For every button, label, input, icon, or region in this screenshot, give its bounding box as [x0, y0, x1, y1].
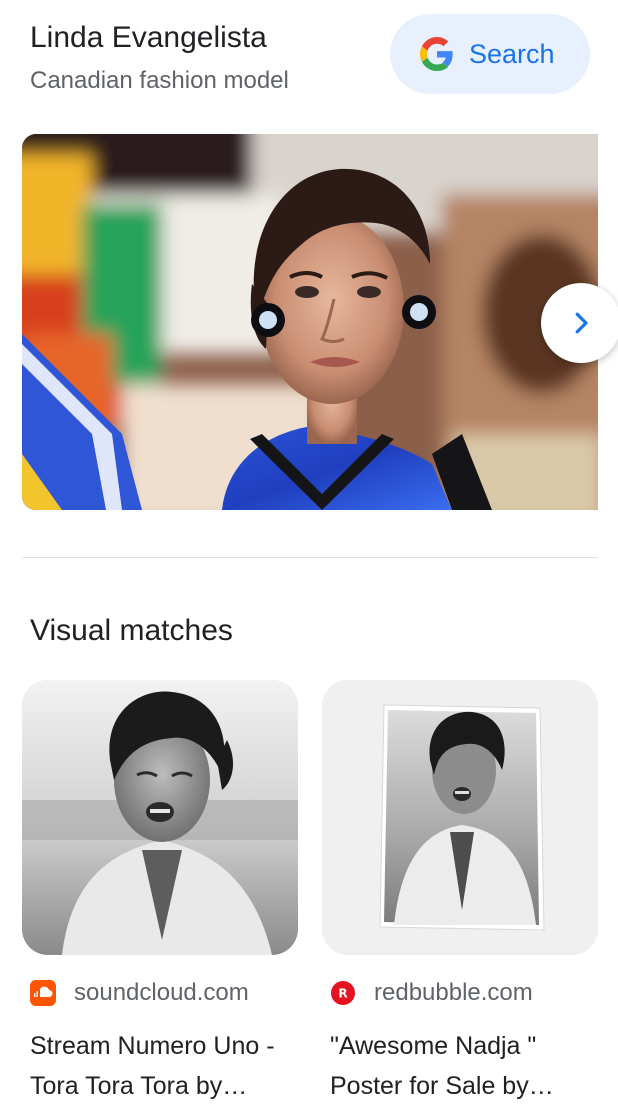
- entity-subtitle: Canadian fashion model: [30, 67, 289, 94]
- hero-photo-illustration: [22, 134, 598, 510]
- redbubble-favicon: R: [331, 981, 355, 1005]
- google-g-icon: [420, 37, 453, 71]
- match-title[interactable]: Stream Numero Uno - Tora Tora Tora by…: [30, 1026, 298, 1106]
- match-thumbnail[interactable]: [322, 680, 598, 955]
- carousel-next-button[interactable]: [541, 283, 618, 363]
- visual-match-card[interactable]: R redbubble.com "Awesome Nadja " Poster …: [322, 680, 598, 1106]
- match-thumbnail[interactable]: [22, 680, 298, 955]
- chevron-right-icon: [575, 312, 588, 334]
- match-photo-illustration: [322, 680, 598, 955]
- match-source[interactable]: R redbubble.com: [322, 978, 598, 1008]
- entity-title: Linda Evangelista: [30, 21, 267, 54]
- section-title: Visual matches: [30, 614, 233, 647]
- match-photo-illustration: [22, 680, 298, 955]
- visual-match-card[interactable]: soundcloud.com Stream Numero Uno - Tora …: [22, 680, 298, 1106]
- match-source-name: soundcloud.com: [74, 979, 249, 1006]
- match-title[interactable]: "Awesome Nadja " Poster for Sale by…: [330, 1026, 598, 1106]
- svg-text:R: R: [338, 987, 347, 1001]
- soundcloud-favicon: [30, 980, 56, 1006]
- match-source-name: redbubble.com: [374, 979, 533, 1006]
- search-button-label: Search: [469, 38, 555, 69]
- section-divider: [22, 557, 598, 558]
- match-source[interactable]: soundcloud.com: [22, 978, 298, 1008]
- search-button[interactable]: Search: [390, 14, 590, 94]
- hero-image[interactable]: [22, 134, 598, 510]
